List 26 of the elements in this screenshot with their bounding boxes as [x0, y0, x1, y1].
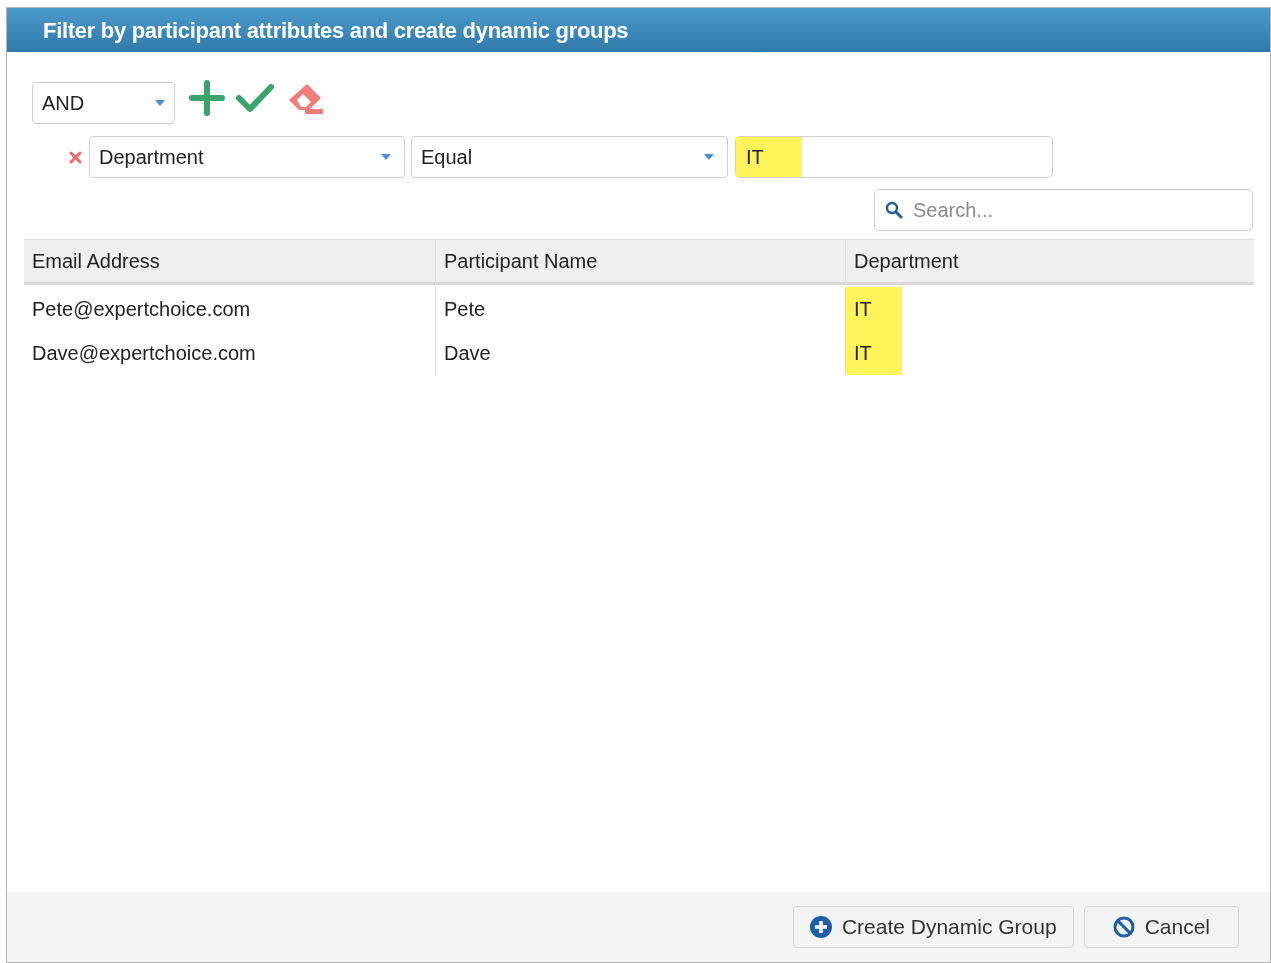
- cancel-button[interactable]: Cancel: [1083, 906, 1239, 948]
- table-cell-text: Dave@expertchoice.com: [31, 341, 257, 366]
- dialog-title: Filter by participant attributes and create dynamic groups: [43, 16, 629, 45]
- attribute-dropdown[interactable]: Department: [89, 136, 405, 178]
- search-icon: [885, 201, 903, 219]
- column-header[interactable]: Email Address: [32, 246, 160, 276]
- value-field[interactable]: IT: [735, 136, 1053, 178]
- combinator-dropdown[interactable]: AND: [32, 82, 175, 124]
- checkmark-icon[interactable]: [235, 82, 275, 114]
- table-cell: IT: [846, 287, 902, 331]
- create-group-button[interactable]: Create Dynamic Group: [792, 906, 1074, 948]
- column-header[interactable]: Participant Name: [444, 246, 598, 276]
- operator-dropdown[interactable]: Equal: [411, 136, 728, 178]
- search-field[interactable]: Search...: [874, 189, 1253, 231]
- remove-icon[interactable]: [69, 150, 82, 164]
- plus-circle-icon: [809, 916, 832, 938]
- add-icon[interactable]: [189, 80, 225, 116]
- table-cell-text: Dave: [443, 341, 492, 366]
- table-cell: IT: [846, 331, 902, 375]
- caret-icon: [381, 154, 391, 160]
- table-cell-text: Pete: [443, 297, 487, 322]
- column-header[interactable]: Department: [854, 246, 959, 276]
- caret-icon: [155, 100, 165, 106]
- table-cell-text: Pete@expertchoice.com: [31, 297, 252, 322]
- caret-icon: [704, 154, 714, 160]
- cancel-icon: [1112, 916, 1135, 938]
